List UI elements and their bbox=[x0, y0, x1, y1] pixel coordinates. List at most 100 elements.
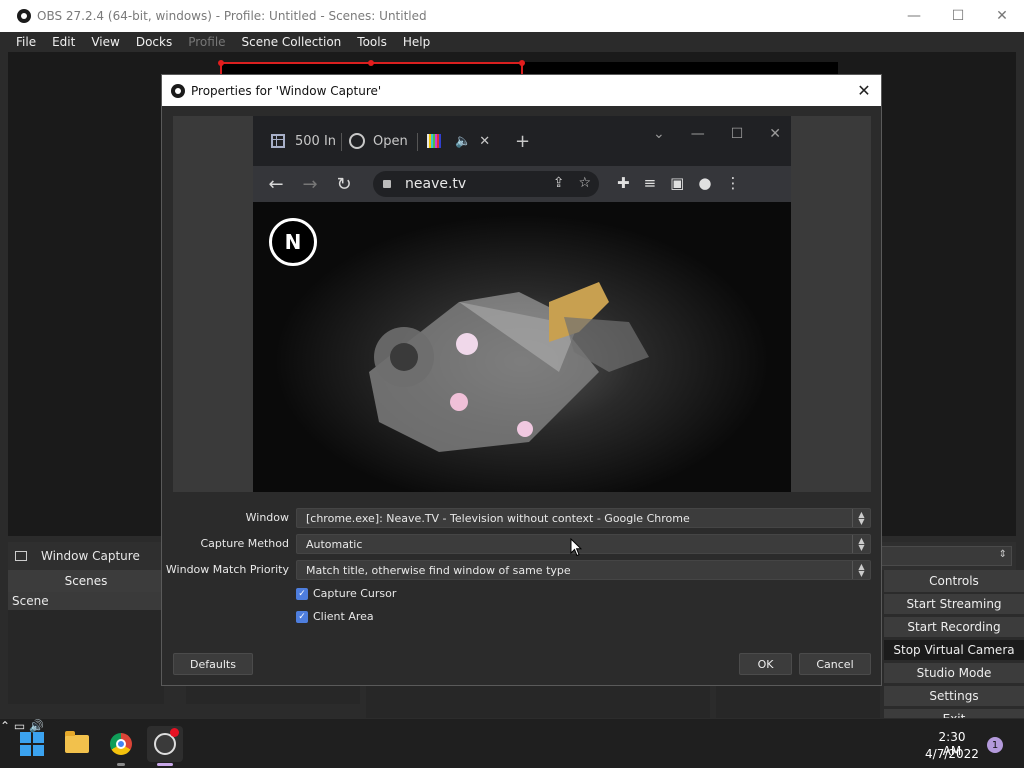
dialog-title: Properties for 'Window Capture' bbox=[191, 83, 382, 98]
grid-icon bbox=[271, 134, 285, 148]
chrome-toolbar: ← → ↻ neave.tv ⇪ ☆ ✚ ≡ ▣ ● ⋮ bbox=[253, 166, 791, 202]
defaults-button[interactable]: Defaults bbox=[173, 653, 253, 675]
resize-handle[interactable] bbox=[519, 60, 525, 66]
start-recording-button[interactable]: Start Recording bbox=[884, 617, 1024, 637]
tab-label: 500 In bbox=[295, 133, 337, 149]
list-item[interactable]: Scene bbox=[8, 592, 164, 610]
window-match-priority-label: Window Match Priority bbox=[165, 563, 289, 576]
menu-bar: File Edit View Docks Profile Scene Colle… bbox=[0, 32, 1024, 52]
updown-arrows-icon: ▲ ▼ bbox=[852, 561, 870, 579]
chevron-down-icon: ⌄ bbox=[652, 126, 665, 142]
client-area-label: Client Area bbox=[313, 610, 374, 623]
start-button[interactable] bbox=[14, 726, 50, 762]
scenes-dock-header: Scenes bbox=[8, 570, 164, 592]
menu-file[interactable]: File bbox=[0, 35, 44, 49]
source-window-dropdown[interactable]: ⇕ bbox=[876, 546, 1012, 566]
resize-handle[interactable] bbox=[218, 60, 224, 66]
chrome-tab: Open bbox=[349, 130, 408, 152]
studio-mode-button[interactable]: Studio Mode bbox=[884, 663, 1024, 683]
ok-button[interactable]: OK bbox=[739, 653, 792, 675]
scenes-list[interactable]: Scene bbox=[8, 592, 164, 704]
window-select-value: [chrome.exe]: Neave.TV - Television with… bbox=[306, 512, 690, 525]
obs-logo-icon bbox=[171, 83, 185, 98]
menu-docks[interactable]: Docks bbox=[128, 35, 180, 49]
resize-handle[interactable] bbox=[368, 60, 374, 66]
dialog-titlebar: Properties for 'Window Capture' ✕ bbox=[162, 75, 881, 106]
openai-icon bbox=[349, 133, 365, 149]
taskbar: ⌃ ▭ 🔊 2:30 AM 4/7/2022 1 bbox=[0, 718, 1024, 768]
window-match-priority-value: Match title, otherwise find window of sa… bbox=[306, 564, 571, 577]
clock-date[interactable]: 4/7/2022 bbox=[924, 747, 980, 761]
share-icon: ⇪ bbox=[552, 175, 565, 191]
menu-help[interactable]: Help bbox=[395, 35, 438, 49]
updown-arrows-icon: ▲ ▼ bbox=[852, 509, 870, 527]
profile-icon: ● bbox=[698, 174, 712, 192]
minimize-button[interactable]: — bbox=[892, 0, 936, 32]
chrome-window-controls: ⌄ — ☐ ✕ bbox=[653, 126, 781, 142]
obs-taskbar-button[interactable] bbox=[147, 726, 183, 762]
cancel-button[interactable]: Cancel bbox=[799, 653, 871, 675]
chrome-icon bbox=[110, 733, 132, 755]
capture-method-label: Capture Method bbox=[200, 537, 290, 550]
new-tab-icon: + bbox=[515, 130, 531, 152]
neave-tv-page: N bbox=[253, 202, 791, 492]
window-match-priority-select[interactable]: Match title, otherwise find window of sa… bbox=[296, 560, 871, 580]
neave-logo-text: N bbox=[284, 230, 302, 254]
tab-close-icon: ✕ bbox=[479, 133, 491, 149]
captured-chrome-window: 500 In Open 🔈 ✕ + ⌄ — ☐ ✕ ← → ↻ neave.tv… bbox=[253, 116, 791, 492]
updown-arrows-icon: ▲ ▼ bbox=[852, 535, 870, 553]
client-area-checkbox[interactable]: ✓ Client Area bbox=[296, 610, 374, 623]
window-match-priority-row: Window Match Priority Match title, other… bbox=[166, 560, 871, 580]
capture-cursor-checkbox[interactable]: ✓ Capture Cursor bbox=[296, 587, 396, 600]
chrome-tab-strip: 500 In Open 🔈 ✕ + ⌄ — ☐ ✕ bbox=[253, 116, 791, 166]
updown-arrows-icon: ⇕ bbox=[998, 549, 1007, 560]
file-explorer-button[interactable] bbox=[59, 726, 95, 762]
obs-titlebar: OBS 27.2.4 (64-bit, windows) - Profile: … bbox=[0, 0, 1024, 32]
chrome-url: neave.tv bbox=[405, 176, 467, 192]
menu-tools[interactable]: Tools bbox=[349, 35, 395, 49]
settings-button[interactable]: Settings bbox=[884, 686, 1024, 706]
chrome-address-bar: neave.tv ⇪ ☆ bbox=[373, 171, 599, 197]
neave-logo-icon: N bbox=[269, 218, 317, 266]
speaker-icon: 🔈 bbox=[455, 133, 472, 149]
obs-logo-icon bbox=[17, 9, 31, 23]
chrome-taskbar-button[interactable] bbox=[103, 726, 139, 762]
mouse-cursor-icon bbox=[570, 538, 582, 557]
spaceship-video-frame bbox=[369, 282, 649, 452]
window-select[interactable]: [chrome.exe]: Neave.TV - Television with… bbox=[296, 508, 871, 528]
maximize-icon: ☐ bbox=[730, 126, 744, 142]
chevron-up-icon[interactable]: ⌃ bbox=[0, 719, 10, 733]
close-icon: ✕ bbox=[769, 126, 781, 142]
file-explorer-icon bbox=[65, 731, 89, 753]
menu-edit[interactable]: Edit bbox=[44, 35, 83, 49]
notification-badge[interactable]: 1 bbox=[987, 737, 1003, 753]
stop-virtual-camera-button[interactable]: Stop Virtual Camera bbox=[884, 640, 1024, 660]
chrome-tab: 500 In bbox=[271, 130, 336, 152]
menu-view[interactable]: View bbox=[83, 35, 127, 49]
menu-dots-icon: ⋮ bbox=[725, 174, 741, 192]
recording-dot-icon bbox=[170, 728, 179, 737]
checkmark-icon[interactable]: ✓ bbox=[296, 610, 308, 623]
window-label: Window bbox=[245, 511, 289, 524]
minimize-icon: — bbox=[690, 126, 705, 142]
window-row: Window [chrome.exe]: Neave.TV - Televisi… bbox=[173, 508, 871, 528]
chrome-extension-icons: ✚ ≡ ▣ ● ⋮ bbox=[617, 174, 740, 192]
dialog-close-button[interactable]: ✕ bbox=[853, 79, 875, 101]
tab-label: Open bbox=[373, 133, 408, 149]
start-streaming-button[interactable]: Start Streaming bbox=[884, 594, 1024, 614]
close-button[interactable]: ✕ bbox=[980, 0, 1024, 32]
capture-method-select[interactable]: Automatic ▲ ▼ bbox=[296, 534, 871, 554]
capture-method-value: Automatic bbox=[306, 538, 363, 551]
forward-icon: → bbox=[302, 173, 318, 195]
chrome-tab-active: 🔈 ✕ bbox=[427, 130, 490, 152]
windows-start-icon bbox=[20, 732, 44, 756]
reload-icon: ↻ bbox=[336, 173, 352, 195]
maximize-button[interactable]: ☐ bbox=[936, 0, 980, 32]
star-icon: ☆ bbox=[578, 175, 591, 191]
properties-dialog: Properties for 'Window Capture' ✕ 500 In… bbox=[161, 74, 882, 686]
menu-profile: Profile bbox=[188, 35, 226, 49]
controls-list: Start Streaming Start Recording Stop Vir… bbox=[884, 594, 1024, 732]
menu-scene-collection[interactable]: Scene Collection bbox=[234, 35, 350, 49]
media-icon: ≡ bbox=[643, 174, 657, 192]
checkmark-icon[interactable]: ✓ bbox=[296, 587, 308, 600]
